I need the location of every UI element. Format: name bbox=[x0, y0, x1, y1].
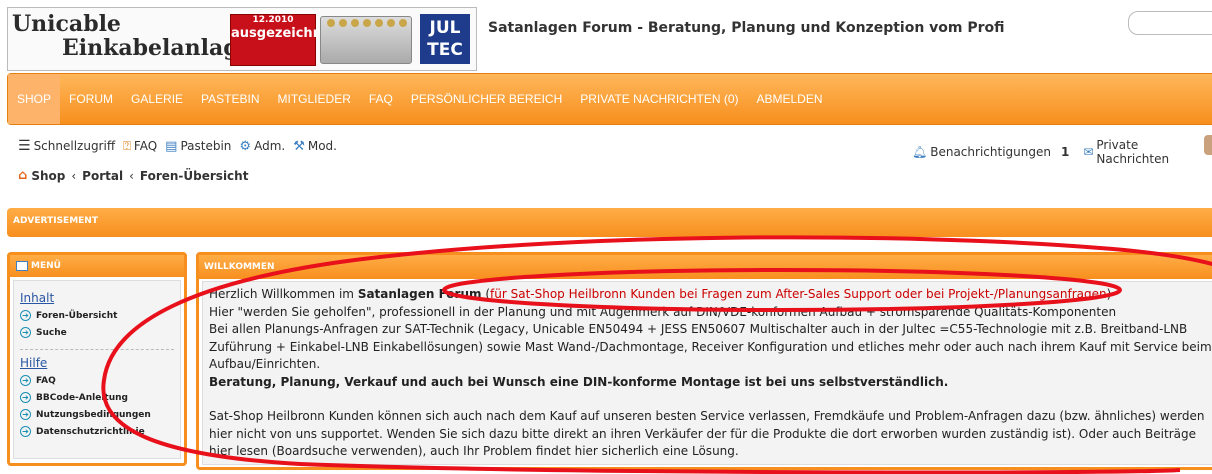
menu-item-label: Nutzungsbedingungen bbox=[36, 409, 151, 420]
moderator-label: Mod. bbox=[307, 139, 337, 153]
menu-content: Inhalt ➔ Foren-Übersicht ➔ Suche Hilfe ➔… bbox=[13, 280, 181, 459]
site-logo[interactable]: Unicable Einkabelanlagen 12.2010 ausgeze… bbox=[7, 7, 477, 71]
arrow-circle-icon: ➔ bbox=[20, 426, 31, 437]
menu-item-faq[interactable]: ➔ FAQ bbox=[20, 372, 174, 389]
welcome-paragraph-4: Beratung, Planung, Verkauf und auch bei … bbox=[209, 374, 949, 389]
welcome-panel: WILLKOMMEN Herzlich Willkommen im Satanl… bbox=[196, 252, 1212, 470]
support-note: für Sat-Shop Heilbronn Kunden bei Fragen… bbox=[490, 287, 1107, 301]
welcome-paragraph-1: Herzlich Willkommen im Satanlagen Forum … bbox=[209, 286, 1212, 304]
pastebin-label: Pastebin bbox=[180, 139, 232, 153]
avatar[interactable] bbox=[1204, 135, 1212, 155]
pastebin-link[interactable]: ▤ Pastebin bbox=[165, 139, 231, 154]
breadcrumb-portal[interactable]: Portal bbox=[82, 169, 123, 183]
menu-item-forum-index[interactable]: ➔ Foren-Übersicht bbox=[20, 307, 174, 324]
admin-label: Adm. bbox=[254, 139, 286, 153]
arrow-circle-icon: ➔ bbox=[20, 327, 31, 338]
menu-group-hilfe[interactable]: Hilfe bbox=[20, 356, 174, 370]
menu-divider bbox=[20, 349, 174, 350]
search-input[interactable] bbox=[1128, 11, 1212, 35]
menu-header: MENÜ bbox=[10, 255, 184, 277]
menu-item-label: Foren-Übersicht bbox=[36, 310, 118, 321]
faq-label: FAQ bbox=[133, 139, 158, 153]
menu-item-label: BBCode-Anleitung bbox=[36, 392, 128, 403]
menu-item-label: FAQ bbox=[36, 375, 56, 386]
question-icon: ⍰ bbox=[123, 138, 131, 154]
advertisement-bar: ADVERTISEMENT bbox=[7, 208, 1212, 237]
menu-item-terms[interactable]: ➔ Nutzungsbedingungen bbox=[20, 406, 174, 423]
logo-wordmark: Unicable Einkabelanlagen bbox=[12, 11, 269, 66]
logo-line-2: Einkabelanlagen bbox=[62, 35, 269, 61]
nav-item-galerie[interactable]: GALERIE bbox=[122, 74, 192, 124]
welcome-text: ) bbox=[1106, 287, 1112, 301]
faq-link[interactable]: ⍰ FAQ bbox=[123, 139, 157, 154]
bell-icon: 🔔︎ bbox=[912, 145, 928, 159]
hamburger-icon: ☰ bbox=[18, 138, 31, 154]
breadcrumb-separator: ‹ bbox=[129, 168, 134, 183]
moderator-link[interactable]: ⚒ Mod. bbox=[293, 139, 337, 154]
arrow-circle-icon: ➔ bbox=[20, 392, 31, 403]
quick-access-menu[interactable]: ☰ Schnellzugriff bbox=[18, 138, 115, 154]
menu-item-label: Suche bbox=[36, 327, 67, 338]
logo-line-1: Unicable bbox=[12, 11, 121, 37]
nav-item-forum[interactable]: FORUM bbox=[60, 74, 122, 124]
menu-panel: MENÜ Inhalt ➔ Foren-Übersicht ➔ Suche Hi… bbox=[7, 252, 187, 466]
home-icon[interactable]: ⌂ bbox=[18, 168, 27, 183]
menu-item-privacy[interactable]: ➔ Datenschutzrichtlinie bbox=[20, 423, 174, 440]
admin-link[interactable]: ⚙ Adm. bbox=[239, 139, 285, 154]
quick-links: ☰ Schnellzugriff ⍰ FAQ ▤ Pastebin ⚙ Adm.… bbox=[18, 138, 345, 154]
private-messages-label: Private Nachrichten bbox=[1096, 138, 1170, 166]
breadcrumb-forum-index[interactable]: Foren-Übersicht bbox=[140, 169, 249, 183]
award-badge: 12.2010 ausgezeichnet bbox=[230, 14, 337, 66]
menu-group-inhalt[interactable]: Inhalt bbox=[20, 291, 174, 305]
arrow-circle-icon: ➔ bbox=[20, 409, 31, 420]
welcome-header: WILLKOMMEN bbox=[199, 255, 1212, 279]
gavel-icon: ⚒ bbox=[293, 138, 305, 154]
notifications-link[interactable]: 🔔︎ Benachrichtigungen 1 bbox=[912, 145, 1069, 159]
welcome-text: ( bbox=[481, 287, 491, 301]
multiswitch-device-image bbox=[320, 16, 412, 64]
welcome-paragraph-5: Sat-Shop Heilbronn Kunden können sich au… bbox=[209, 409, 1205, 458]
nav-item-shop[interactable]: SHOP bbox=[8, 74, 61, 124]
nav-item-pastebin[interactable]: PASTEBIN bbox=[192, 74, 268, 124]
user-links: 🔔︎ Benachrichtigungen 1 ✉ Private Nachri… bbox=[912, 138, 1212, 166]
breadcrumb-separator: ‹ bbox=[71, 168, 77, 183]
gear-icon: ⚙ bbox=[239, 138, 252, 154]
main-navbar: SHOP FORUM GALERIE PASTEBIN MITGLIEDER FAQ PER… bbox=[7, 73, 1212, 125]
nav-item-persönlicher-bereich[interactable]: PERSÖNLICHER BEREICH bbox=[402, 74, 571, 124]
private-messages-link[interactable]: ✉ Private Nachrichten bbox=[1083, 138, 1198, 166]
forum-name: Satanlagen Forum bbox=[357, 287, 482, 301]
arrow-circle-icon: ➔ bbox=[20, 375, 31, 386]
envelope-icon: ✉ bbox=[1083, 145, 1094, 159]
nav-item-faq[interactable]: FAQ bbox=[360, 74, 402, 124]
welcome-content: Herzlich Willkommen im Satanlagen Forum … bbox=[202, 281, 1212, 465]
nav-item-private-nachrichten-0[interactable]: PRIVATE NACHRICHTEN (0) bbox=[571, 74, 747, 124]
welcome-paragraph-2: Hier "werden Sie geholfen", professionel… bbox=[209, 304, 1117, 319]
menu-title: MENÜ bbox=[31, 261, 61, 271]
welcome-text: Herzlich Willkommen im bbox=[209, 287, 358, 301]
nav-list: SHOP FORUM GALERIE PASTEBIN MITGLIEDER FAQ PER… bbox=[8, 74, 1212, 124]
nav-item-abmelden[interactable]: ABMELDEN bbox=[747, 74, 831, 124]
breadcrumb: ⌂ Shop ‹ Portal ‹ Foren-Übersicht bbox=[18, 168, 248, 183]
site-title: Satanlagen Forum - Beratung, Planung und… bbox=[488, 20, 1005, 36]
welcome-paragraph-3: Bei allen Planungs-Anfragen zur SAT-Tech… bbox=[209, 322, 1212, 371]
menu-item-search[interactable]: ➔ Suche bbox=[20, 324, 174, 341]
badge-award: ausgezeichnet bbox=[231, 26, 337, 41]
jultec-logo: JUL TEC bbox=[420, 14, 470, 64]
nav-item-mitglieder[interactable]: MITGLIEDER bbox=[269, 74, 360, 124]
notifications-count: 1 bbox=[1060, 145, 1070, 159]
menu-item-label: Datenschutzrichtlinie bbox=[36, 426, 145, 437]
menu-icon bbox=[16, 260, 28, 271]
document-icon: ▤ bbox=[165, 138, 178, 154]
badge-date: 12.2010 bbox=[252, 15, 294, 25]
quick-access-label: Schnellzugriff bbox=[33, 139, 116, 153]
menu-item-bbcode[interactable]: ➔ BBCode-Anleitung bbox=[20, 389, 174, 406]
breadcrumb-shop[interactable]: Shop bbox=[31, 169, 65, 183]
arrow-circle-icon: ➔ bbox=[20, 310, 31, 321]
notifications-label: Benachrichtigungen bbox=[930, 145, 1051, 159]
